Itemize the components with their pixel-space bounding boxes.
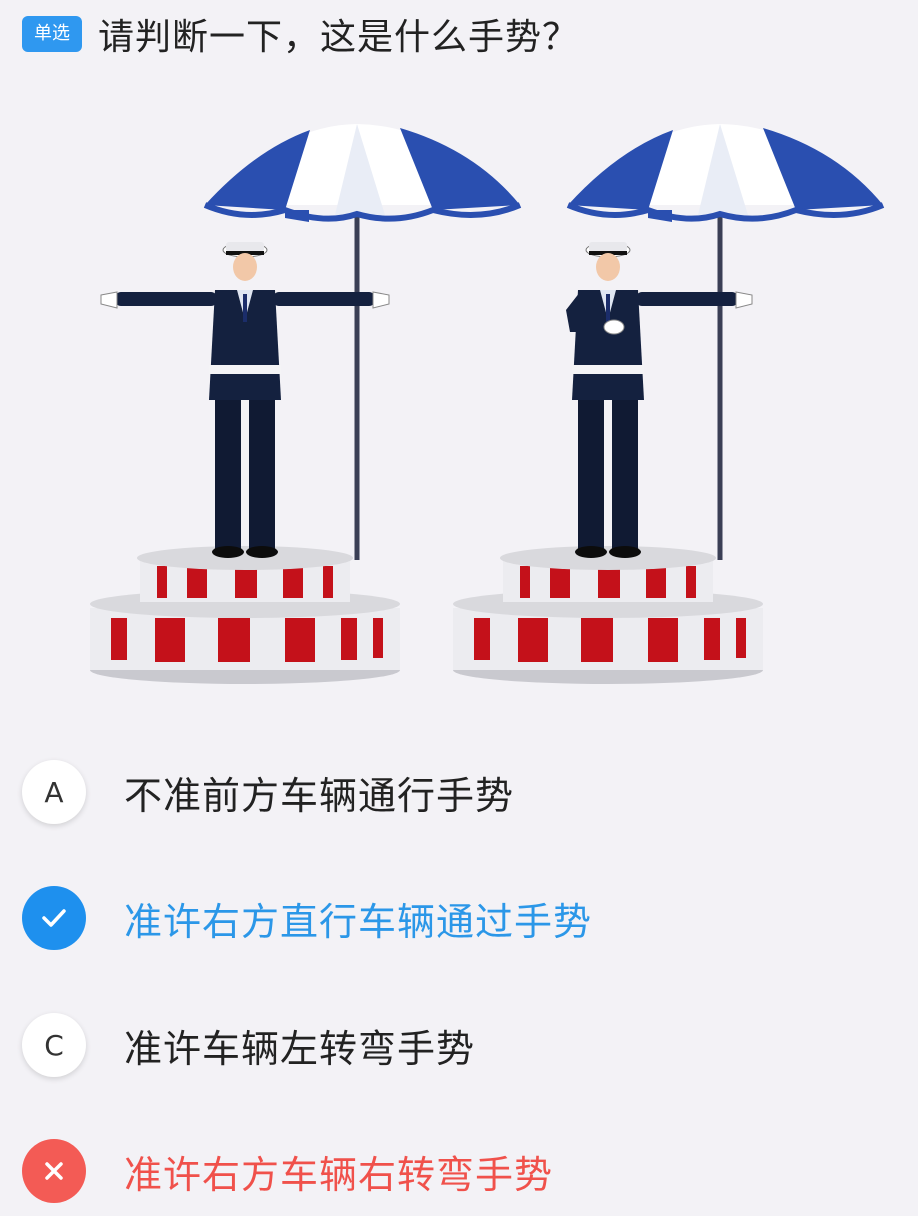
option-b-text: 准许右方直行车辆通过手势 [124,899,593,944]
option-d[interactable]: 准许右方车辆右转弯手势 [22,1131,898,1211]
check-icon [22,886,86,950]
cross-icon [22,1139,86,1203]
option-c-letter: C [22,1013,86,1077]
option-a[interactable]: A 不准前方车辆通行手势 [22,752,898,832]
option-a-text: 不准前方车辆通行手势 [124,773,515,818]
question-text: 请判断一下，这是什么手势？ [98,17,580,58]
option-b[interactable]: 准许右方直行车辆通过手势 [22,878,898,958]
option-d-text: 准许右方车辆右转弯手势 [124,1152,554,1197]
option-a-letter: A [22,760,86,824]
question-header: 单选 请判断一下，这是什么手势？ [22,6,898,62]
traffic-police-gesture-illustration [90,110,900,684]
option-c[interactable]: C 准许车辆左转弯手势 [22,1005,898,1085]
option-c-text: 准许车辆左转弯手势 [124,1026,476,1071]
single-choice-badge: 单选 [22,16,82,52]
